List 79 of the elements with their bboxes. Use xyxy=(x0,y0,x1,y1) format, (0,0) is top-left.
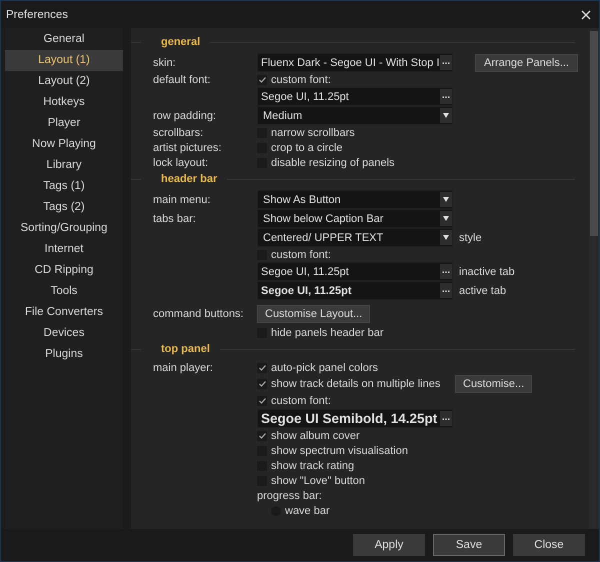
checkbox-label[interactable]: custom font: xyxy=(271,74,331,86)
field-label: row padding: xyxy=(153,110,216,122)
sidebar-item[interactable]: Hotkeys xyxy=(5,92,123,113)
sidebar-item[interactable]: Layout (2) xyxy=(5,71,123,92)
browse-button[interactable]: ... xyxy=(440,283,452,298)
scrollbar[interactable] xyxy=(589,31,599,529)
checkbox-label[interactable]: show track rating xyxy=(271,460,354,472)
dropdown[interactable]: Show below Caption Bar xyxy=(257,209,453,228)
browse-button[interactable]: ... xyxy=(440,410,452,426)
dropdown[interactable]: Medium xyxy=(257,106,453,125)
option-label: progress bar: xyxy=(257,490,322,502)
field-caption: style xyxy=(459,232,482,244)
sidebar-item[interactable]: Player xyxy=(5,113,123,134)
sidebar-item[interactable]: CD Ripping xyxy=(5,260,123,281)
checkbox[interactable] xyxy=(257,379,267,389)
dropdown[interactable]: Show As Button xyxy=(257,190,453,209)
checkbox-label[interactable]: custom font: xyxy=(271,248,331,260)
sidebar-item[interactable]: Tags (2) xyxy=(5,197,123,218)
side-button[interactable]: Arrange Panels... xyxy=(475,54,578,72)
field-label: default font: xyxy=(153,74,210,86)
sidebar-item[interactable]: Internet xyxy=(5,239,123,260)
close-icon[interactable] xyxy=(581,10,591,20)
checkbox[interactable] xyxy=(257,396,267,406)
dropdown-arrow-icon xyxy=(443,216,449,221)
checkbox-label[interactable]: show track details on multiple lines xyxy=(271,378,440,390)
customise-layout-button[interactable]: Customise Layout... xyxy=(257,305,370,323)
checkbox-label[interactable]: show "Love" button xyxy=(271,474,366,486)
browse-button[interactable]: ... xyxy=(440,264,452,279)
font-field[interactable]: Segoe UI, 11.25pt ... xyxy=(257,87,453,106)
font-field[interactable]: Segoe UI, 11.25pt ... xyxy=(257,281,453,300)
checkbox-label[interactable]: hide panels header bar xyxy=(271,326,384,338)
dropdown-arrow-icon xyxy=(443,113,449,118)
checkbox-label[interactable]: disable resizing of panels xyxy=(271,156,395,168)
field-label: main player: xyxy=(153,362,213,374)
browse-button[interactable]: ... xyxy=(440,89,452,104)
font-field[interactable]: Segoe UI Semibold, 14.25pt ... xyxy=(257,408,453,428)
sidebar-item[interactable]: Plugins xyxy=(5,344,123,365)
field-label: artist pictures: xyxy=(153,142,222,154)
field-label: main menu: xyxy=(153,194,210,206)
field-caption: inactive tab xyxy=(459,266,515,278)
field-label: command buttons: xyxy=(153,308,244,320)
window-title: Preferences xyxy=(6,8,68,20)
dropdown-arrow-icon xyxy=(443,197,449,202)
section-heading: top panel xyxy=(161,343,210,355)
field-caption: active tab xyxy=(459,284,506,296)
sidebar-item[interactable]: Layout (1) xyxy=(5,50,123,71)
dialog-button[interactable]: Save xyxy=(433,534,505,556)
sidebar-item[interactable]: Now Playing xyxy=(5,134,123,155)
checkbox-label[interactable]: narrow scrollbars xyxy=(271,126,355,138)
dialog-button[interactable]: Close xyxy=(513,534,585,556)
checkbox[interactable] xyxy=(257,362,267,372)
radio-label[interactable]: wave bar xyxy=(285,504,330,516)
dropdown[interactable]: Centered/ UPPER TEXT xyxy=(257,228,453,247)
sidebar-item[interactable]: Devices xyxy=(5,323,123,344)
checkbox-label[interactable]: show spectrum visualisation xyxy=(271,444,408,456)
checkbox-label[interactable]: custom font: xyxy=(271,394,331,406)
field-label: scrollbars: xyxy=(153,126,204,138)
dropdown-arrow-icon xyxy=(443,235,449,240)
sidebar-item[interactable]: General xyxy=(5,29,123,50)
field-label: lock layout: xyxy=(153,156,208,168)
checkbox[interactable] xyxy=(257,74,267,84)
section-heading: header bar xyxy=(161,173,218,185)
font-field[interactable]: Fluenx Dark - Segoe UI - With Stop I ... xyxy=(257,53,453,72)
browse-button[interactable]: ... xyxy=(440,55,452,70)
checkbox-label[interactable]: crop to a circle xyxy=(271,142,343,154)
checkbox-label[interactable]: auto-pick panel colors xyxy=(271,362,378,374)
checkbox[interactable] xyxy=(257,430,267,440)
section-heading: general xyxy=(161,36,200,48)
sidebar-item[interactable]: Tags (1) xyxy=(5,176,123,197)
sidebar-item[interactable]: Library xyxy=(5,155,123,176)
field-label: tabs bar: xyxy=(153,212,196,224)
side-button[interactable]: Customise... xyxy=(455,375,532,393)
font-field[interactable]: Segoe UI, 11.25pt ... xyxy=(257,262,453,281)
field-label: skin: xyxy=(153,56,176,68)
checkbox-label[interactable]: show album cover xyxy=(271,430,360,442)
sidebar-item[interactable]: Sorting/Grouping xyxy=(5,218,123,239)
sidebar-item[interactable]: File Converters xyxy=(5,302,123,323)
dialog-button[interactable]: Apply xyxy=(353,534,425,556)
sidebar-item[interactable]: Tools xyxy=(5,281,123,302)
